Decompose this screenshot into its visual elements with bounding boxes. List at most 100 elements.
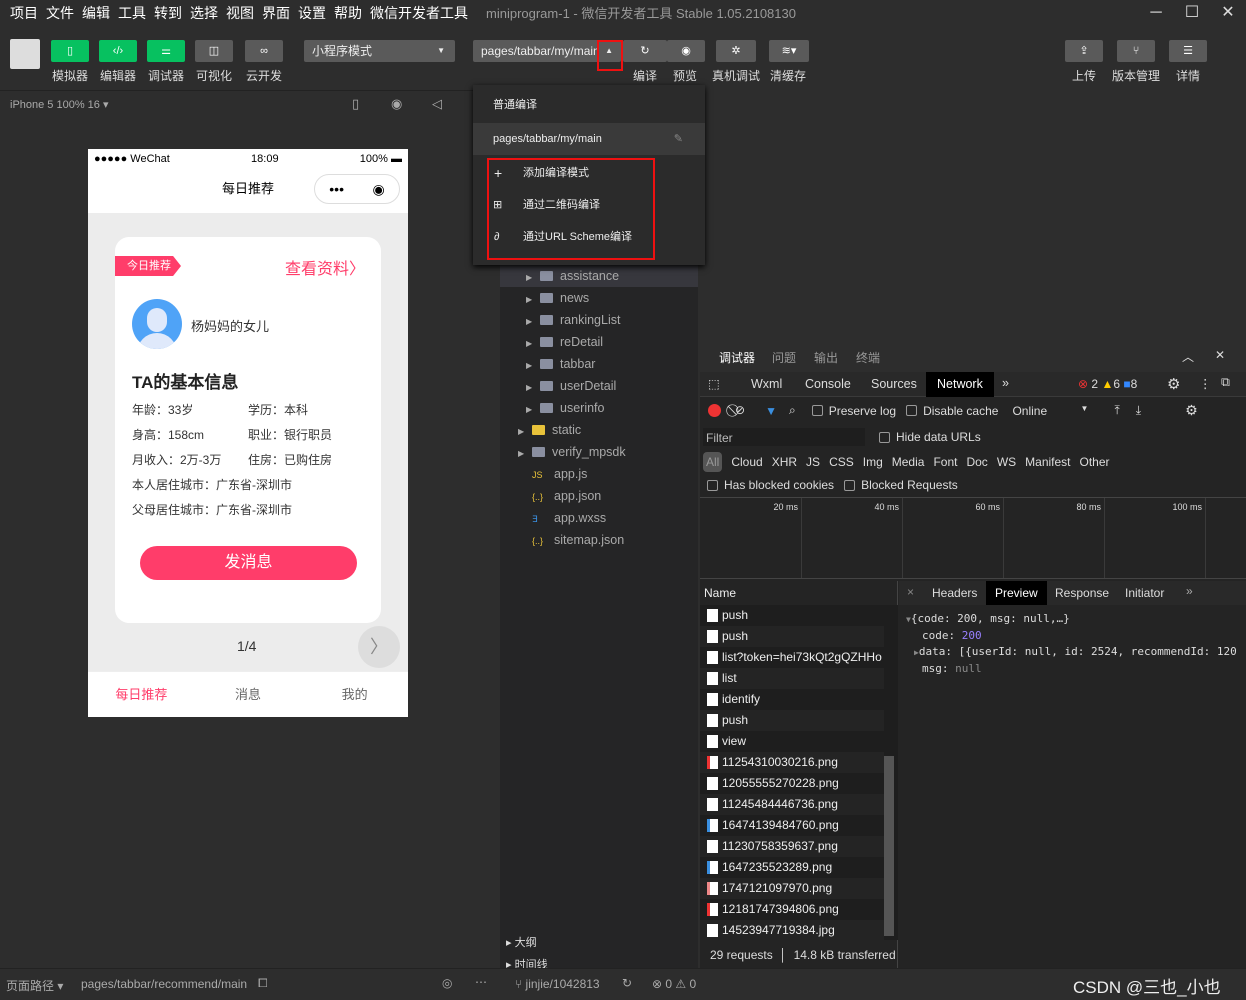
filter-icon[interactable]: ▼: [765, 404, 777, 418]
bug-icon[interactable]: ✲: [716, 40, 756, 62]
filter-input[interactable]: Filter: [703, 428, 865, 446]
compile-label[interactable]: 编译: [633, 67, 657, 84]
tab-console[interactable]: Console: [805, 377, 851, 391]
request-row[interactable]: 1647235523289.png: [700, 857, 884, 878]
preview-icon[interactable]: ◉: [667, 40, 705, 62]
menu-file[interactable]: 文件: [46, 3, 74, 23]
clear-icon[interactable]: ⃠⊘: [735, 403, 745, 418]
collapse-icon[interactable]: ︿: [1182, 348, 1194, 365]
page-path-label[interactable]: 页面路径 ▾: [6, 977, 63, 994]
debugger-icon[interactable]: ⚌: [147, 40, 185, 62]
view-profile-link[interactable]: 查看资料〉: [285, 255, 365, 279]
hide-data-urls-checkbox[interactable]: [879, 431, 890, 443]
clear-cache-label[interactable]: 清缓存: [770, 67, 806, 84]
tab-terminal[interactable]: 终端: [856, 349, 880, 366]
device-select[interactable]: iPhone 5 100% 16 ▾: [10, 98, 108, 111]
tab-network[interactable]: Network: [926, 372, 994, 397]
outline-section[interactable]: ▸ 大纲: [506, 934, 537, 950]
remote-debug-label[interactable]: 真机调试: [712, 67, 760, 84]
menu-wechat-devtools[interactable]: 微信开发者工具: [370, 3, 468, 23]
request-row[interactable]: 14523947719384.jpg: [700, 920, 884, 941]
tab-daily[interactable]: 每日推荐: [88, 672, 195, 717]
more-tabs-icon[interactable]: »: [1186, 584, 1193, 598]
debugger-label[interactable]: 调试器: [148, 67, 184, 84]
request-row[interactable]: 16474139484760.png: [700, 815, 884, 836]
menu-select[interactable]: 选择: [190, 3, 218, 23]
kebab-icon[interactable]: ⋮: [1199, 376, 1212, 391]
request-row[interactable]: list: [700, 668, 884, 689]
tree-item[interactable]: ▶ reDetail: [526, 331, 603, 353]
blocked-requests-checkbox[interactable]: [844, 479, 856, 491]
request-row[interactable]: 11254310030216.png: [700, 752, 884, 773]
maximize-button[interactable]: ☐: [1174, 0, 1210, 25]
details-label[interactable]: 详情: [1176, 67, 1200, 84]
tab-preview[interactable]: Preview: [986, 581, 1047, 605]
request-row[interactable]: 12055555270228.png: [700, 773, 884, 794]
volume-icon[interactable]: ◁: [432, 96, 442, 112]
minimize-button[interactable]: ─: [1138, 0, 1174, 25]
request-row[interactable]: identify: [700, 689, 884, 710]
hide-data-urls[interactable]: Hide data URLs: [879, 430, 981, 444]
menu-goto[interactable]: 转到: [154, 3, 182, 23]
menu-view[interactable]: 视图: [226, 3, 254, 23]
network-settings-icon[interactable]: ⚙: [1185, 402, 1198, 419]
tree-item[interactable]: ▶ userinfo: [526, 397, 604, 419]
type-filter-js[interactable]: JS: [806, 455, 820, 469]
request-row[interactable]: 11245484446736.png: [700, 794, 884, 815]
json-root[interactable]: ▼{code: 200, msg: null,…}: [906, 611, 1237, 628]
tree-item[interactable]: ▶ static: [518, 419, 581, 441]
cloud-label[interactable]: 云开发: [246, 67, 282, 84]
tree-item[interactable]: ▶ rankingList: [526, 309, 620, 331]
tab-mine[interactable]: 我的: [301, 672, 408, 717]
menu-tools[interactable]: 工具: [118, 3, 146, 23]
tab-messages[interactable]: 消息: [195, 672, 302, 717]
editor-icon[interactable]: ‹/›: [99, 40, 137, 62]
simulator-icon[interactable]: ▯: [51, 40, 89, 62]
visual-icon[interactable]: ◫: [195, 40, 233, 62]
import-icon[interactable]: ⤒: [1114, 403, 1119, 418]
tree-item[interactable]: {..} app.json: [518, 485, 601, 507]
branch[interactable]: ⑂ jinjie/1042813: [515, 977, 600, 991]
request-row[interactable]: 12181747394806.png: [700, 899, 884, 920]
tab-initiator[interactable]: Initiator: [1125, 586, 1164, 600]
name-column-header[interactable]: Name: [704, 586, 736, 600]
request-row[interactable]: view: [700, 731, 884, 752]
send-message-button[interactable]: 发消息: [140, 546, 357, 580]
type-filter-css[interactable]: CSS: [829, 455, 854, 469]
more-icon[interactable]: ⋯: [475, 975, 487, 989]
request-row[interactable]: list?token=hei73kQt2gQZHHo: [700, 647, 884, 668]
menu-help[interactable]: 帮助: [334, 3, 362, 23]
request-row[interactable]: 1747121097970.png: [700, 878, 884, 899]
version-label[interactable]: 版本管理: [1112, 67, 1160, 84]
scrollbar[interactable]: [884, 756, 894, 936]
tab-output[interactable]: 输出: [814, 349, 838, 366]
type-filter-other[interactable]: Other: [1080, 455, 1110, 469]
type-filter-font[interactable]: Font: [933, 455, 957, 469]
type-filter-media[interactable]: Media: [892, 455, 925, 469]
disable-cache-checkbox[interactable]: [906, 405, 918, 416]
tab-issues[interactable]: 问题: [772, 349, 796, 366]
type-filter-ws[interactable]: WS: [997, 455, 1016, 469]
details-icon[interactable]: ☰: [1169, 40, 1207, 62]
throttle-select[interactable]: Online ▼: [1012, 404, 1088, 418]
gear-icon[interactable]: ⚙: [1167, 375, 1180, 393]
layers-icon[interactable]: ≋▾: [769, 40, 809, 62]
close-icon[interactable]: ✕: [1215, 348, 1225, 362]
current-compile-item[interactable]: pages/tabbar/my/main ✎: [473, 123, 705, 155]
request-row[interactable]: push: [700, 710, 884, 731]
more-tabs-icon[interactable]: »: [1002, 376, 1009, 390]
tree-item[interactable]: ▶ assistance: [500, 265, 698, 287]
type-filter-manifest[interactable]: Manifest: [1025, 455, 1070, 469]
tree-item[interactable]: ▶ verify_mpsdk: [518, 441, 626, 463]
compile-icon[interactable]: ↻: [623, 40, 667, 62]
preserve-log-checkbox[interactable]: [811, 405, 823, 416]
menu-interface[interactable]: 界面: [262, 3, 290, 23]
menu-settings[interactable]: 设置: [298, 3, 326, 23]
tree-item[interactable]: ▶ userDetail: [526, 375, 616, 397]
more-icon[interactable]: •••: [329, 174, 344, 204]
visual-label[interactable]: 可视化: [196, 67, 232, 84]
close-button[interactable]: ✕: [1210, 0, 1246, 25]
json-data[interactable]: ▶data: [{userId: null, id: 2524, recomme…: [906, 644, 1237, 661]
tab-headers[interactable]: Headers: [932, 586, 977, 600]
simulator-label[interactable]: 模拟器: [52, 67, 88, 84]
